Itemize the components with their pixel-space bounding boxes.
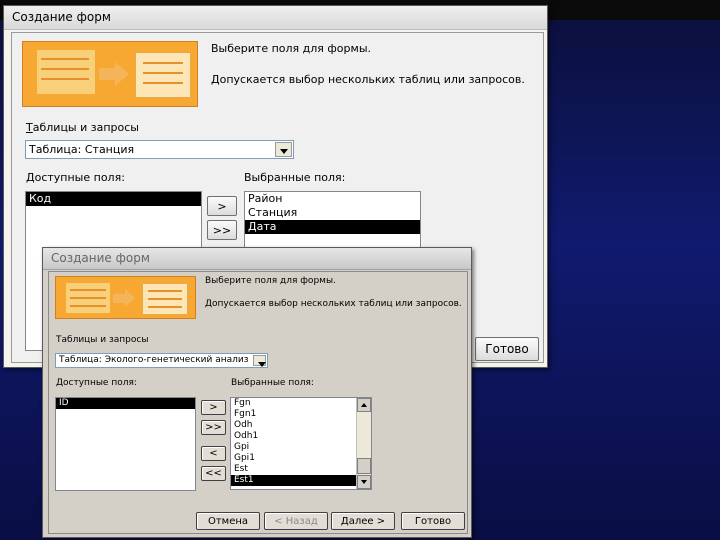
finish-button[interactable]: Готово [401, 512, 465, 530]
cancel-button[interactable]: Отмена [196, 512, 260, 530]
list-item[interactable]: Gpi [231, 442, 371, 453]
list-item[interactable]: ID [56, 398, 195, 409]
list-item[interactable]: Odh1 [231, 431, 371, 442]
tables-label: Таблицы и запросы [26, 121, 139, 134]
wizard-illustration [22, 41, 198, 107]
dropdown-arrow-icon[interactable] [275, 142, 292, 157]
add-field-button[interactable]: > [201, 400, 226, 415]
window-title: Создание форм [12, 10, 111, 24]
scroll-thumb[interactable] [357, 458, 371, 474]
add-all-fields-button[interactable]: >> [207, 220, 237, 240]
intro-line-1: Выберите поля для формы. [211, 42, 371, 55]
form-wizard-window-secondary: Создание форм Выберите поля для формы. Д… [42, 247, 472, 538]
tables-combo[interactable]: Таблица: Станция [25, 140, 294, 159]
add-all-fields-button[interactable]: >> [201, 420, 226, 435]
list-item[interactable]: Станция [245, 206, 420, 220]
scroll-down-icon[interactable] [357, 475, 371, 489]
list-item[interactable]: Est1 [231, 475, 356, 486]
title-bar[interactable]: Создание форм [4, 6, 547, 30]
intro-line-2: Допускается выбор нескольких таблиц или … [205, 299, 462, 309]
tables-combo-value: Таблица: Эколого-генетический анализ [59, 355, 249, 365]
available-fields-list[interactable]: ID [55, 397, 196, 491]
selected-fields-list[interactable]: Fgn Fgn1 Odh Odh1 Gpi Gpi1 Est Est1 [230, 397, 372, 490]
vertical-scrollbar[interactable] [356, 398, 371, 489]
wizard-illustration [55, 276, 196, 319]
dropdown-arrow-icon[interactable] [253, 355, 266, 367]
scroll-up-icon[interactable] [357, 398, 371, 412]
tables-combo-value: Таблица: Станция [29, 143, 135, 156]
window-title: Создание форм [51, 251, 150, 265]
tables-combo[interactable]: Таблица: Эколого-генетический анализ [55, 353, 268, 368]
list-item[interactable]: Gpi1 [231, 453, 371, 464]
tables-label: Таблицы и запросы [56, 335, 149, 345]
remove-field-button[interactable]: < [201, 446, 226, 461]
list-item[interactable]: Fgn1 [231, 409, 371, 420]
list-item[interactable]: Дата [245, 220, 420, 234]
available-fields-label: Доступные поля: [56, 378, 137, 388]
title-bar[interactable]: Создание форм [43, 248, 471, 270]
list-item[interactable]: Est [231, 464, 371, 475]
selected-fields-label: Выбранные поля: [231, 378, 314, 388]
list-item[interactable]: Odh [231, 420, 371, 431]
list-item[interactable]: Fgn [231, 398, 371, 409]
next-button[interactable]: Далее > [331, 512, 395, 530]
add-field-button[interactable]: > [207, 196, 237, 216]
remove-all-fields-button[interactable]: << [201, 466, 226, 481]
available-fields-label: Доступные поля: [26, 171, 125, 184]
finish-button[interactable]: Готово [475, 337, 539, 361]
list-item[interactable]: Район [245, 192, 420, 206]
intro-line-2: Допускается выбор нескольких таблиц или … [211, 73, 525, 86]
back-button[interactable]: < Назад [264, 512, 328, 530]
wizard-panel: Выберите поля для формы. Допускается выб… [48, 271, 468, 534]
intro-line-1: Выберите поля для формы. [205, 276, 336, 286]
selected-fields-label: Выбранные поля: [244, 171, 346, 184]
list-item[interactable]: Код [26, 192, 201, 206]
